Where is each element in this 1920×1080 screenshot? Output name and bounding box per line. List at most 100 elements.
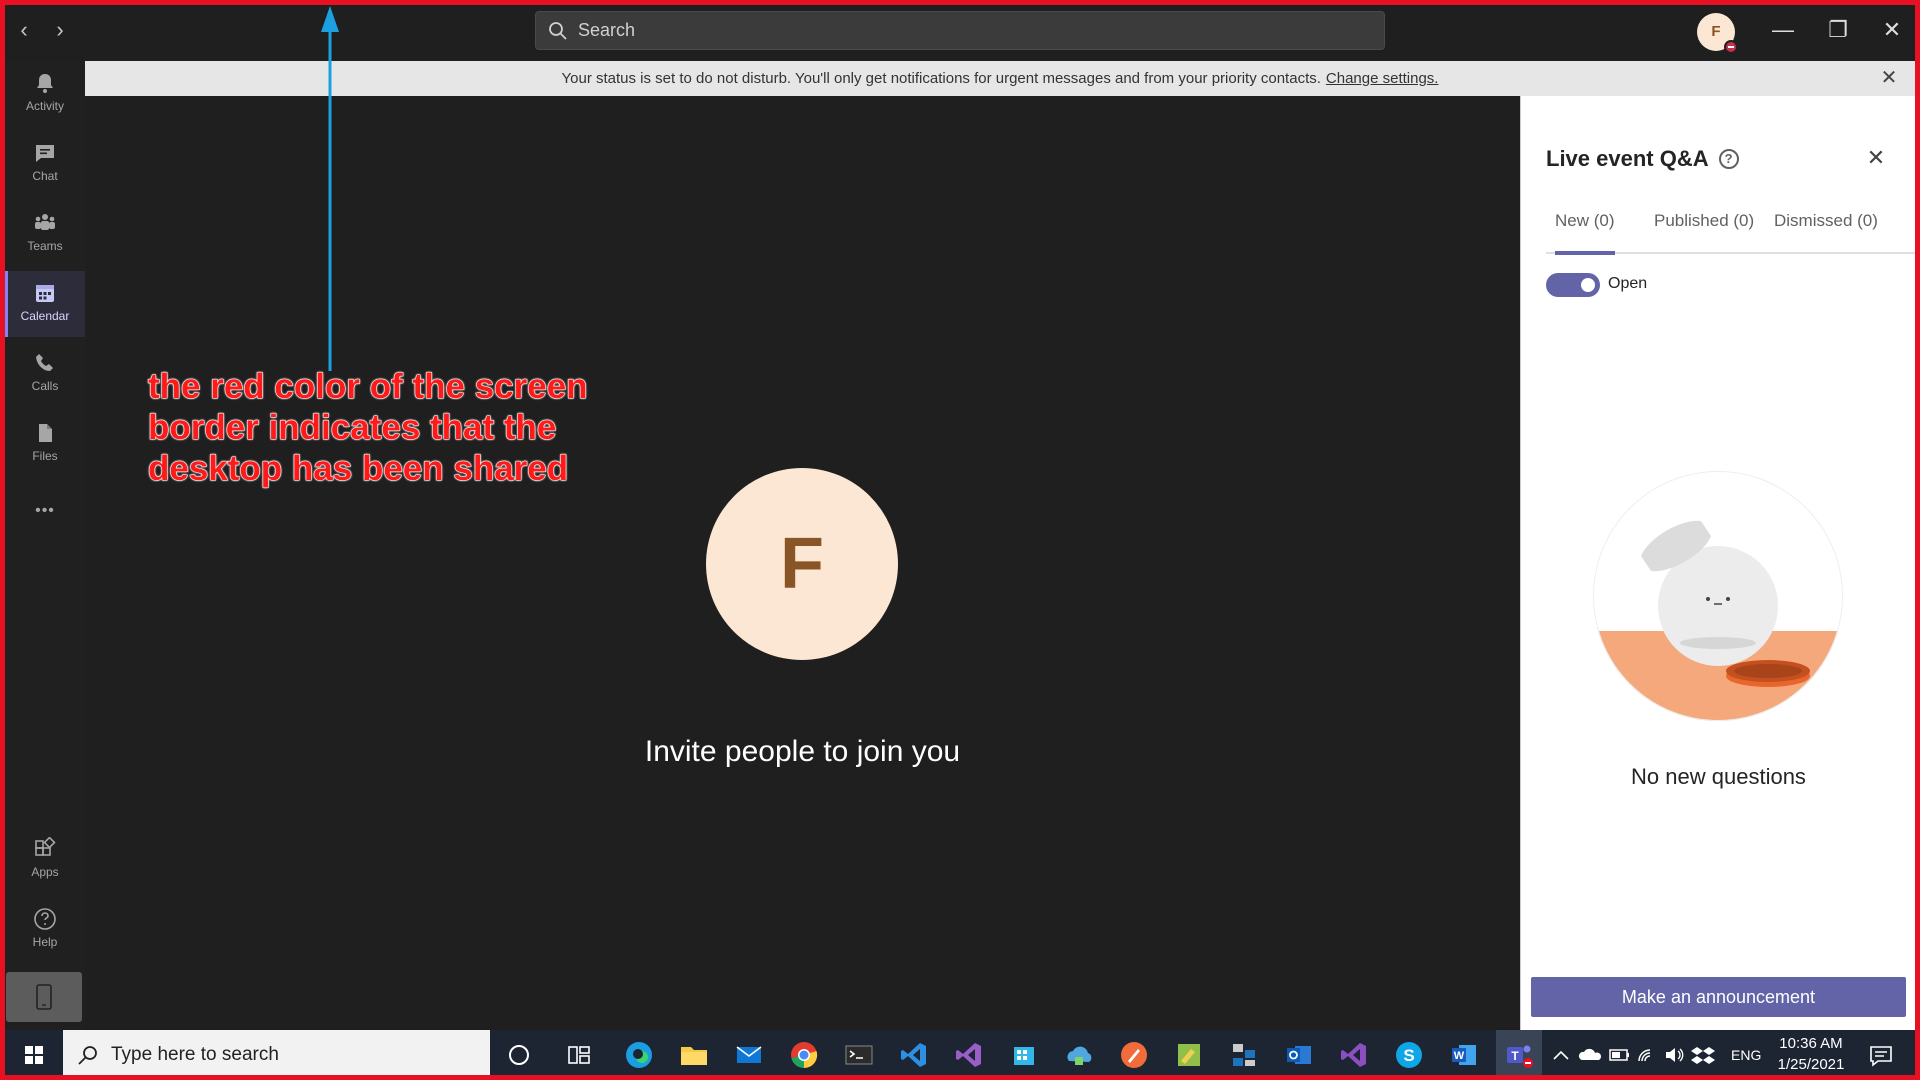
live-event-qa-panel: Live event Q&A ? ✕ New (0) Published (0)… xyxy=(1520,96,1916,1030)
windows-taskbar: S W T ENG 10:36 AM 1/25/2021 xyxy=(0,1030,1920,1080)
svg-text:W: W xyxy=(1454,1050,1465,1062)
maximize-button[interactable]: ❐ xyxy=(1818,12,1858,48)
clock-time: 10:36 AM xyxy=(1779,1035,1843,1052)
search-box[interactable] xyxy=(535,11,1385,50)
dnd-notification-banner: Your status is set to do not disturb. Yo… xyxy=(85,61,1915,96)
rail-item-apps[interactable]: Apps xyxy=(5,827,85,893)
rail-label: Apps xyxy=(31,865,59,879)
windows-start-icon[interactable] xyxy=(5,1030,63,1080)
postman-icon[interactable] xyxy=(1118,1039,1150,1071)
rail-item-teams[interactable]: Teams xyxy=(5,201,85,267)
tab-published[interactable]: Published (0) xyxy=(1654,206,1754,254)
word-icon[interactable]: W xyxy=(1448,1039,1480,1071)
search-input[interactable] xyxy=(578,20,1338,41)
visual-studio-preview-icon[interactable] xyxy=(1338,1039,1370,1071)
profile-avatar[interactable]: F xyxy=(1697,13,1738,54)
notepad-plus-icon[interactable] xyxy=(1173,1039,1205,1071)
rail-item-calls[interactable]: Calls xyxy=(5,341,85,407)
azure-storage-icon[interactable] xyxy=(1008,1039,1040,1071)
rail-label: Help xyxy=(32,935,58,949)
terminal-icon[interactable] xyxy=(843,1039,875,1071)
chrome-icon[interactable] xyxy=(788,1039,820,1071)
rail-item-activity[interactable]: Activity xyxy=(5,61,85,127)
dropbox-icon[interactable] xyxy=(1687,1039,1719,1071)
annotation-text: the red color of the screen border indic… xyxy=(148,366,589,489)
qa-title: Live event Q&A ? xyxy=(1546,146,1739,172)
rail-label: Calendar xyxy=(20,309,70,323)
change-settings-link[interactable]: Change settings. xyxy=(1326,70,1439,87)
forward-button[interactable]: › xyxy=(48,18,72,42)
do-not-disturb-status-icon xyxy=(1724,40,1738,54)
annotation-arrow xyxy=(321,6,339,371)
rail-label: Activity xyxy=(25,99,64,113)
qa-title-text: Live event Q&A xyxy=(1546,146,1709,171)
empty-state-text: No new questions xyxy=(1631,764,1806,789)
sql-icon[interactable] xyxy=(1228,1039,1260,1071)
annotation-line: desktop has been shared xyxy=(148,449,569,489)
search-icon xyxy=(549,21,567,40)
teams-icon: T xyxy=(1507,1045,1533,1068)
teams-taskbar-button[interactable]: T xyxy=(1496,1030,1542,1080)
device-button[interactable] xyxy=(6,972,82,1022)
qa-open-toggle[interactable] xyxy=(1546,273,1600,297)
vscode-icon[interactable] xyxy=(898,1039,930,1071)
close-window-button[interactable]: ✕ xyxy=(1872,12,1912,48)
input-language[interactable]: ENG xyxy=(1731,1030,1761,1080)
rail-label: Calls xyxy=(31,379,59,393)
skype-icon[interactable]: S xyxy=(1393,1039,1425,1071)
qa-tabs: New (0) Published (0) Dismissed (0) xyxy=(1546,206,1916,255)
tab-dismissed[interactable]: Dismissed (0) xyxy=(1774,206,1878,254)
rail-label: Files xyxy=(32,449,58,463)
toggle-knob xyxy=(1581,278,1595,292)
notifications-icon[interactable] xyxy=(1865,1039,1897,1071)
minimize-button[interactable]: — xyxy=(1763,12,1803,48)
outlook-icon[interactable] xyxy=(1283,1039,1315,1071)
invite-prompt: Invite people to join you xyxy=(644,735,961,768)
rail-item-help[interactable]: Help xyxy=(5,897,85,963)
file-explorer-icon[interactable] xyxy=(678,1039,710,1071)
files-icon xyxy=(39,424,52,442)
back-button[interactable]: ‹ xyxy=(12,18,36,42)
svg-text:T: T xyxy=(1511,1049,1519,1063)
edge-icon[interactable] xyxy=(623,1039,655,1071)
toggle-label: Open xyxy=(1608,275,1648,292)
more-apps-button[interactable]: ••• xyxy=(5,491,85,531)
taskbar-search[interactable] xyxy=(63,1030,490,1080)
profile-initial: F xyxy=(1711,23,1721,40)
calendar-icon xyxy=(36,285,54,302)
search-icon xyxy=(78,1046,97,1065)
help-icon[interactable]: ? xyxy=(1718,149,1739,169)
annotation-line: border indicates that the xyxy=(148,408,557,448)
taskbar-search-input[interactable] xyxy=(111,1044,471,1066)
task-view-icon[interactable] xyxy=(563,1039,595,1071)
show-hidden-icons-icon[interactable] xyxy=(1545,1039,1577,1071)
tab-new[interactable]: New (0) xyxy=(1555,206,1615,255)
mobile-device-icon xyxy=(36,984,52,1010)
clock-date: 1/25/2021 xyxy=(1777,1056,1845,1073)
apps-icon xyxy=(35,837,56,856)
mail-icon[interactable] xyxy=(733,1039,765,1071)
taskbar-clock[interactable]: 10:36 AM 1/25/2021 xyxy=(1770,1033,1852,1075)
phone-icon xyxy=(36,354,53,371)
rail-item-files[interactable]: Files xyxy=(5,411,85,477)
qa-close-button[interactable]: ✕ xyxy=(1864,146,1888,170)
teams-icon xyxy=(35,214,55,230)
banner-close-button[interactable]: ✕ xyxy=(1879,68,1899,88)
rail-label: Teams xyxy=(27,239,63,253)
rail-item-chat[interactable]: Chat xyxy=(5,131,85,197)
svg-text:S: S xyxy=(1403,1046,1414,1065)
empty-jar-illustration xyxy=(1593,471,1843,721)
cortana-icon[interactable] xyxy=(503,1039,535,1071)
annotation-line: the red color of the screen xyxy=(148,367,589,407)
title-bar: ‹ › F — ❐ ✕ xyxy=(0,0,1920,61)
rail-item-calendar[interactable]: Calendar xyxy=(5,271,85,337)
banner-message: Your status is set to do not disturb. Yo… xyxy=(561,70,1321,87)
bell-icon xyxy=(37,74,53,93)
app-rail: Activity Chat Teams Calendar Calls Files… xyxy=(5,61,85,1030)
help-icon xyxy=(34,908,56,930)
make-announcement-button[interactable]: Make an announcement xyxy=(1531,977,1906,1017)
rail-label: Chat xyxy=(32,169,58,183)
chat-icon xyxy=(36,145,54,162)
visual-studio-icon[interactable] xyxy=(953,1039,985,1071)
azure-icon[interactable] xyxy=(1063,1039,1095,1071)
